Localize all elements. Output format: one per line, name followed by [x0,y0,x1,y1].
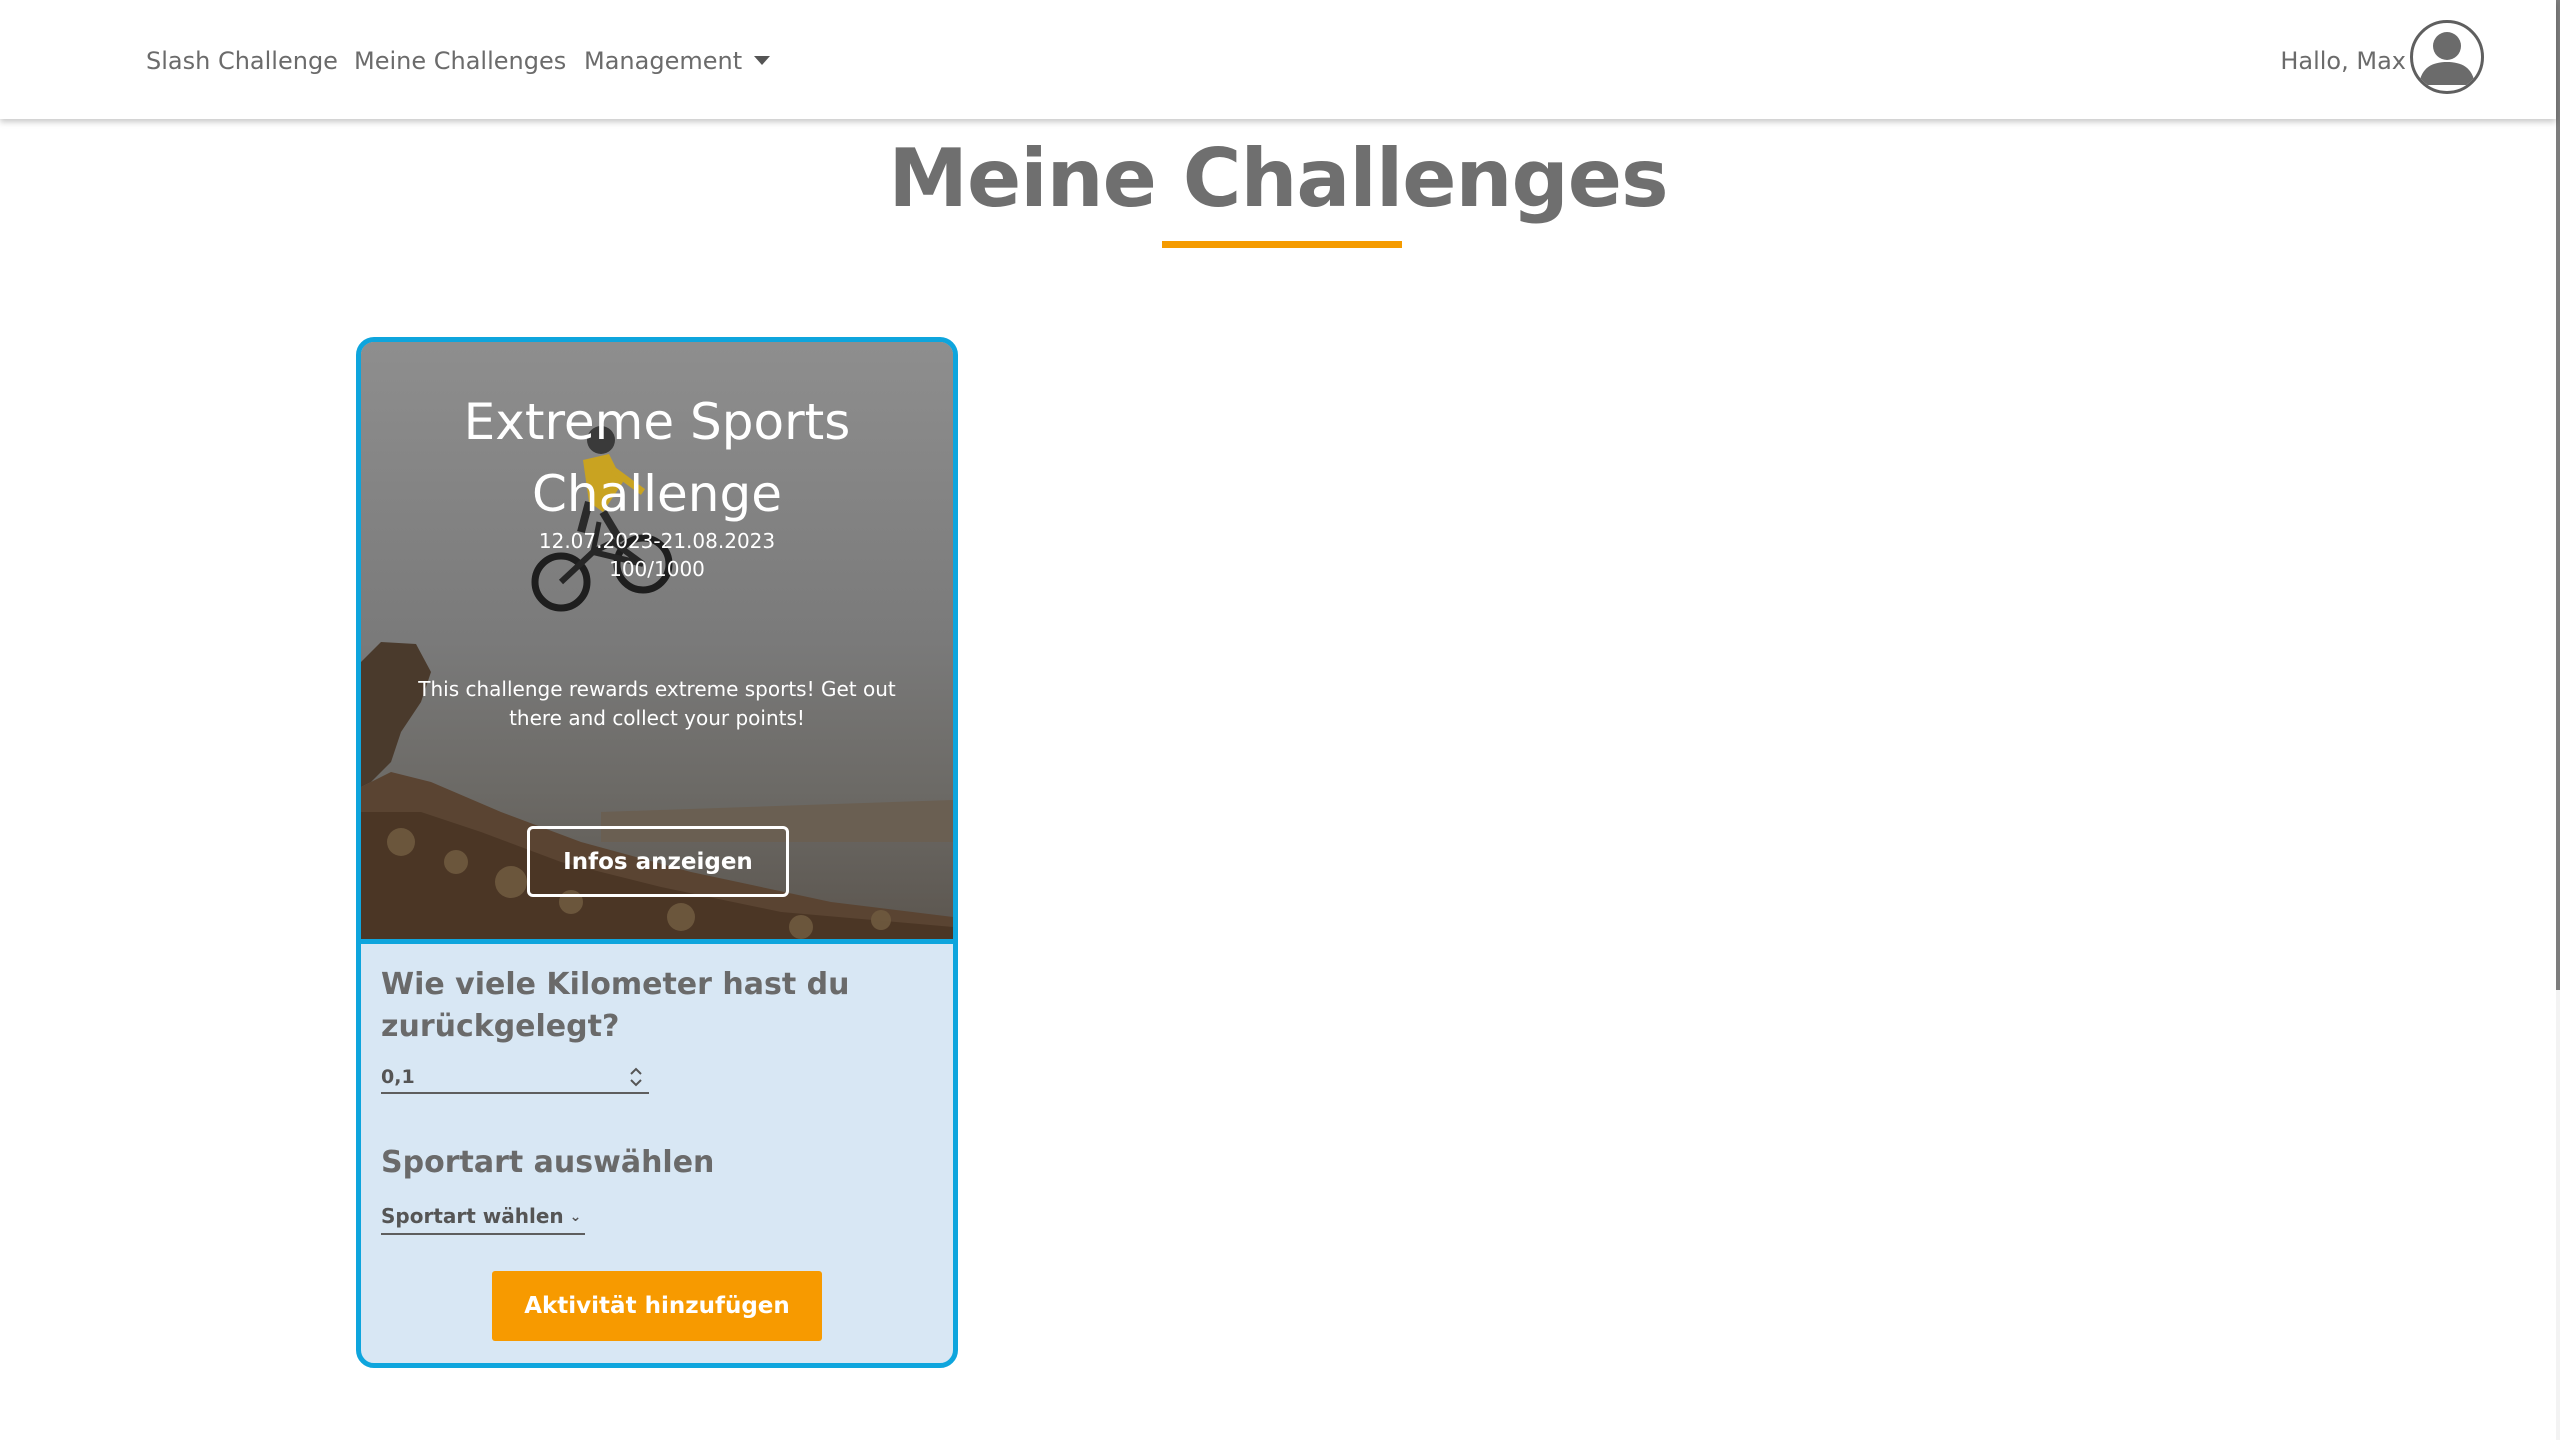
user-greeting: Hallo, Max [2280,47,2406,75]
nav-management-label: Management [584,47,743,75]
sport-type-heading: Sportart auswählen [381,1145,715,1180]
page-title: Meine Challenges [888,132,1668,225]
nav-meine-challenges[interactable]: Meine Challenges [354,44,566,78]
sport-select-value: Sportart wählen [381,1204,564,1228]
km-question-label: Wie viele Kilometer hast du zurückgelegt… [381,967,850,1044]
user-avatar-icon[interactable] [2410,20,2484,94]
challenge-points: 100/1000 [609,557,705,581]
spinner-icon[interactable] [627,1064,645,1090]
scrollbar-thumb[interactable] [2556,0,2560,990]
challenge-card: Extreme Sports Challenge 12.07.2023-21.0… [356,337,958,1368]
caret-down-icon [754,55,771,65]
top-navbar: Slash Challenge Meine Challenges Managem… [0,0,2556,119]
challenge-title: Extreme Sports Challenge [463,393,851,523]
km-input-value: 0,1 [381,1066,415,1088]
show-info-button[interactable]: Infos anzeigen [527,826,789,897]
add-activity-button[interactable]: Aktivität hinzufügen [492,1271,822,1341]
challenge-dates: 12.07.2023-21.08.2023 [538,529,776,553]
challenge-hero-image: Extreme Sports Challenge 12.07.2023-21.0… [361,342,953,939]
hero-divider [361,939,953,944]
title-underline [1162,241,1402,248]
nav-slash-challenge[interactable]: Slash Challenge [146,44,338,78]
km-number-input[interactable]: 0,1 [381,1064,649,1094]
challenge-description: This challenge rewards extreme sports! G… [418,677,896,730]
nav-management-dropdown[interactable]: Management [584,44,771,78]
sport-type-select[interactable]: Sportart wählen ⌄ [381,1201,586,1235]
chevron-down-icon: ⌄ [569,1209,582,1225]
